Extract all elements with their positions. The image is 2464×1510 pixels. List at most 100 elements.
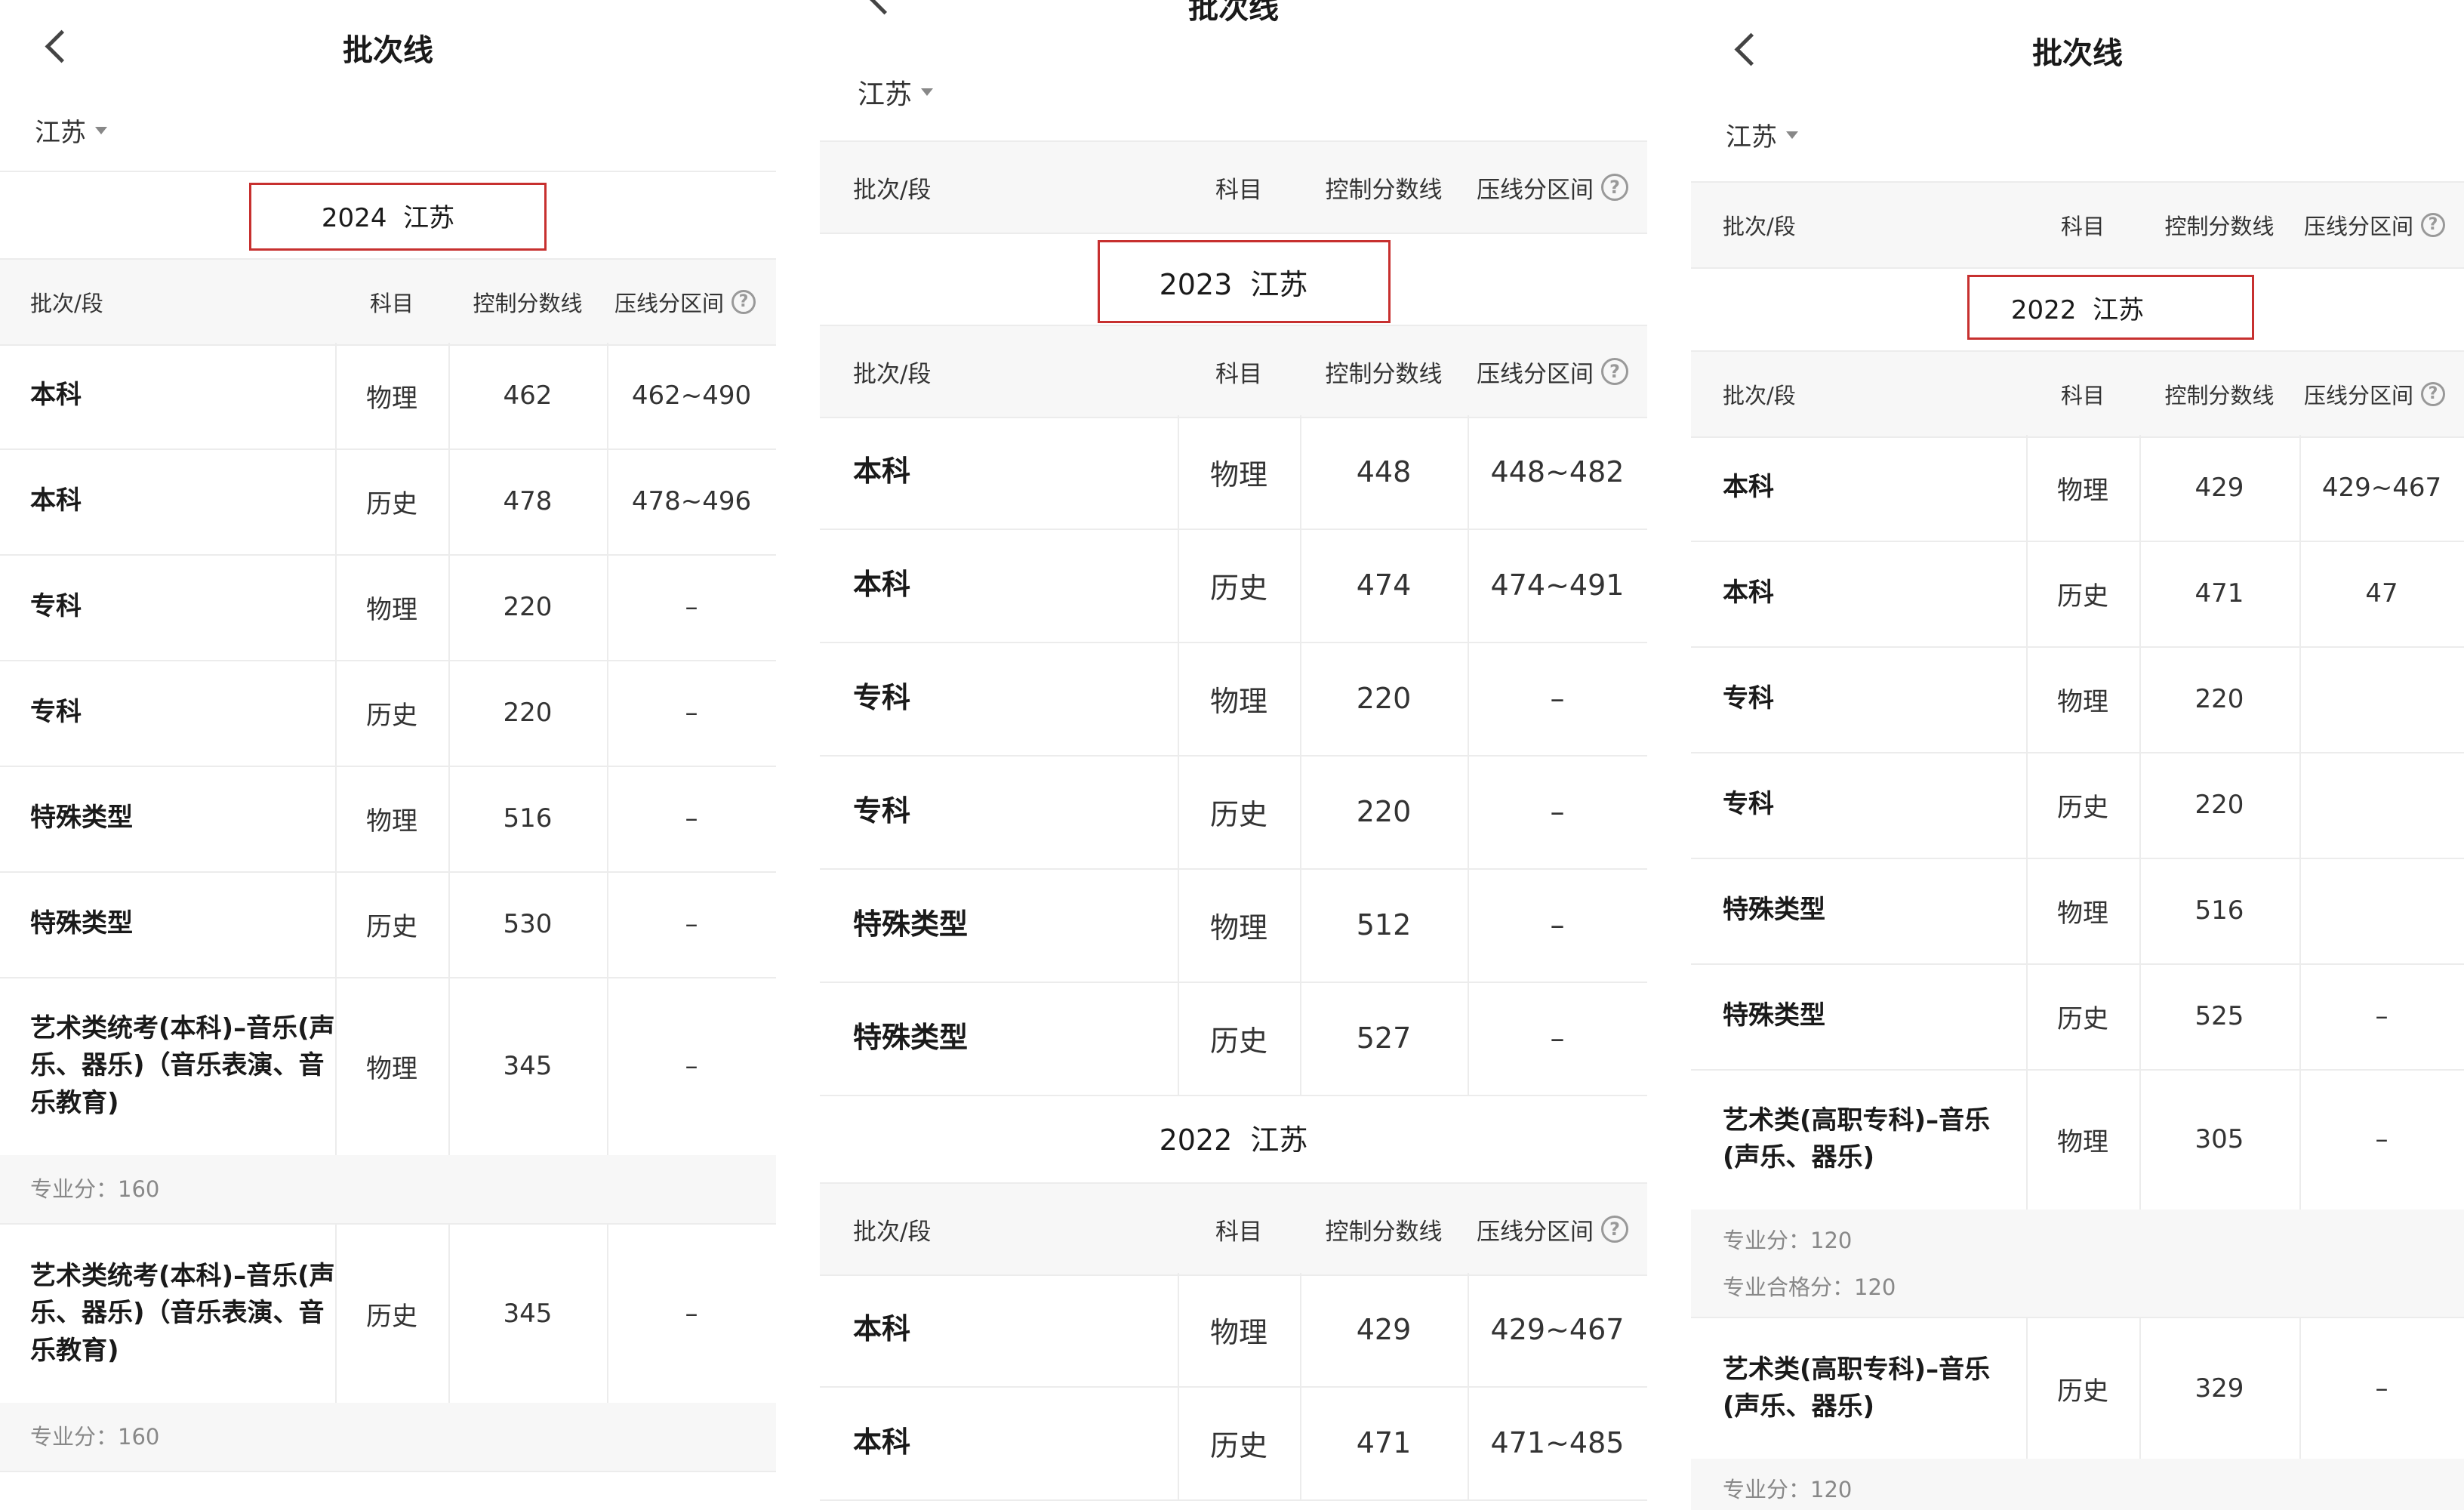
help-icon[interactable]: ?	[1601, 174, 1628, 201]
column-divider	[1468, 755, 1469, 868]
cell-score: 429	[2194, 473, 2244, 503]
column-divider	[2139, 646, 2141, 752]
table-row[interactable]: 艺术类统考(本科)–音乐(声乐、器乐)（音乐表演、音乐教育) 历史 345 –	[0, 1225, 776, 1404]
cell-range: –	[1550, 795, 1565, 828]
cell-subject: 历史	[1209, 571, 1267, 605]
cell-range: 448~482	[1490, 455, 1625, 488]
table-row[interactable]: 特殊类型 历史 527 –	[820, 982, 1647, 1096]
col-batch: 批次/段	[853, 360, 932, 388]
table-row[interactable]: 本科 历史 471 47	[1691, 541, 2464, 648]
column-divider	[2026, 1069, 2028, 1210]
help-icon[interactable]: ?	[1601, 358, 1628, 385]
table-row[interactable]: 特殊类型 历史 525 –	[1691, 963, 2464, 1071]
col-range-label: 压线分区间	[614, 291, 725, 316]
table-row[interactable]: 本科 历史 474 474~491	[820, 528, 1647, 643]
cell-batch: 特殊类型	[1723, 1000, 1825, 1031]
note-text: 专业分：120	[1723, 1228, 1853, 1253]
cell-batch: 特殊类型	[853, 908, 969, 941]
column-divider	[2026, 1318, 2028, 1459]
table-row[interactable]: 专科 历史 220	[1691, 752, 2464, 859]
table-row[interactable]: 艺术类统考(本科)–音乐(声乐、器乐)（音乐表演、音乐教育) 物理 345 –	[0, 977, 776, 1157]
column-divider	[1468, 1386, 1469, 1499]
cell-subject: 历史	[1209, 797, 1267, 831]
cell-range: –	[685, 803, 698, 834]
cell-score: 220	[503, 592, 553, 622]
table-row[interactable]: 艺术类(高职专科)–音乐(声乐、器乐) 物理 305 –	[1691, 1069, 2464, 1211]
cell-range: –	[1550, 682, 1565, 715]
table-row[interactable]: 本科 物理 429 429~467	[820, 1273, 1647, 1388]
cell-score: 220	[1356, 682, 1412, 715]
cell-batch: 本科	[30, 380, 82, 411]
column-divider	[2139, 963, 2141, 1069]
table-row[interactable]: 艺术类(高职专科)–音乐(声乐、器乐) 历史 329 –	[1691, 1318, 2464, 1460]
cell-batch: 本科	[1723, 578, 1774, 609]
help-icon[interactable]: ?	[2421, 382, 2446, 406]
col-score: 控制分数线	[2164, 383, 2275, 408]
table-row[interactable]: 专科 历史 220 –	[0, 660, 776, 767]
column-divider	[1300, 1273, 1301, 1386]
province-selector[interactable]: 江苏	[1726, 116, 1798, 153]
column-divider	[2026, 646, 2028, 752]
highlight-box	[1098, 240, 1391, 323]
column-divider	[1468, 868, 1469, 982]
cell-subject: 物理	[1209, 1315, 1267, 1349]
cell-subject: 历史	[366, 700, 417, 731]
col-range: 压线分区间 ?	[1477, 1184, 1628, 1274]
help-icon[interactable]: ?	[1601, 1216, 1628, 1243]
help-icon[interactable]: ?	[2421, 213, 2446, 237]
col-batch: 批次/段	[1723, 214, 1796, 239]
col-batch: 批次/段	[853, 176, 932, 204]
cell-subject: 历史	[2057, 1376, 2108, 1407]
col-subject: 科目	[2060, 383, 2105, 408]
cell-batch: 特殊类型	[1723, 895, 1825, 926]
column-divider	[1468, 415, 1469, 528]
cell-range: –	[2375, 1373, 2389, 1404]
table-row[interactable]: 专科 物理 220 –	[820, 642, 1647, 757]
table-row[interactable]: 本科 物理 429 429~467	[1691, 435, 2464, 542]
cell-batch: 特殊类型	[30, 803, 133, 834]
table-row[interactable]: 特殊类型 物理 516 –	[0, 766, 776, 873]
table-row[interactable]: 本科 物理 462 462~490	[0, 343, 776, 450]
panel-2023: 批次线 江苏 批次/段 科目 控制分数线 压线分区间 ? 2023 江苏 批次/…	[820, 0, 1647, 1510]
column-divider	[448, 343, 450, 448]
table-row[interactable]: 本科 物理 448 448~482	[820, 415, 1647, 530]
column-divider	[448, 1225, 450, 1403]
column-divider	[1178, 528, 1179, 642]
table-row[interactable]: 特殊类型 历史 530 –	[0, 871, 776, 978]
cell-range: –	[685, 1051, 698, 1081]
cell-batch: 艺术类(高职专科)–音乐(声乐、器乐)	[1723, 1105, 1991, 1173]
province-label: 江苏	[858, 79, 913, 110]
cell-range: 462~490	[631, 381, 752, 411]
table-row[interactable]: 专科 历史 220 –	[820, 755, 1647, 870]
column-divider	[1300, 528, 1301, 642]
cell-score: 220	[2194, 790, 2244, 820]
cell-subject: 历史	[1209, 1024, 1267, 1058]
cell-batch: 本科	[30, 485, 82, 516]
province-selector[interactable]: 江苏	[35, 112, 107, 149]
gutter	[776, 0, 820, 1510]
cell-score: 474	[1356, 569, 1412, 602]
table-row[interactable]: 专科 物理 220	[1691, 646, 2464, 753]
table-row[interactable]: 本科 历史 478 478~496	[0, 448, 776, 556]
caret-down-icon	[95, 126, 107, 134]
column-divider	[335, 1225, 337, 1403]
table-row[interactable]: 本科 历史 471 471~485	[820, 1386, 1647, 1501]
col-subject: 科目	[1215, 176, 1262, 204]
col-range: 压线分区间 ?	[1477, 142, 1628, 233]
cell-score: 527	[1356, 1022, 1412, 1055]
col-range: 压线分区间 ?	[1477, 326, 1628, 417]
table-row[interactable]: 特殊类型 物理 512 –	[820, 868, 1647, 983]
table-row[interactable]: 特殊类型 物理 516	[1691, 858, 2464, 965]
divider	[0, 171, 776, 172]
cell-subject: 历史	[1209, 1428, 1267, 1462]
help-icon[interactable]: ?	[732, 290, 756, 314]
cell-score: 220	[2194, 684, 2244, 714]
cell-score: 429	[1356, 1313, 1412, 1346]
cell-score: 448	[1356, 455, 1412, 488]
province-label: 江苏	[35, 118, 86, 148]
column-divider	[448, 766, 450, 871]
cell-range: –	[1550, 1022, 1565, 1055]
table-row[interactable]: 专科 物理 220 –	[0, 554, 776, 661]
province-selector[interactable]: 江苏	[858, 72, 934, 112]
cell-range: 471~485	[1490, 1426, 1625, 1459]
